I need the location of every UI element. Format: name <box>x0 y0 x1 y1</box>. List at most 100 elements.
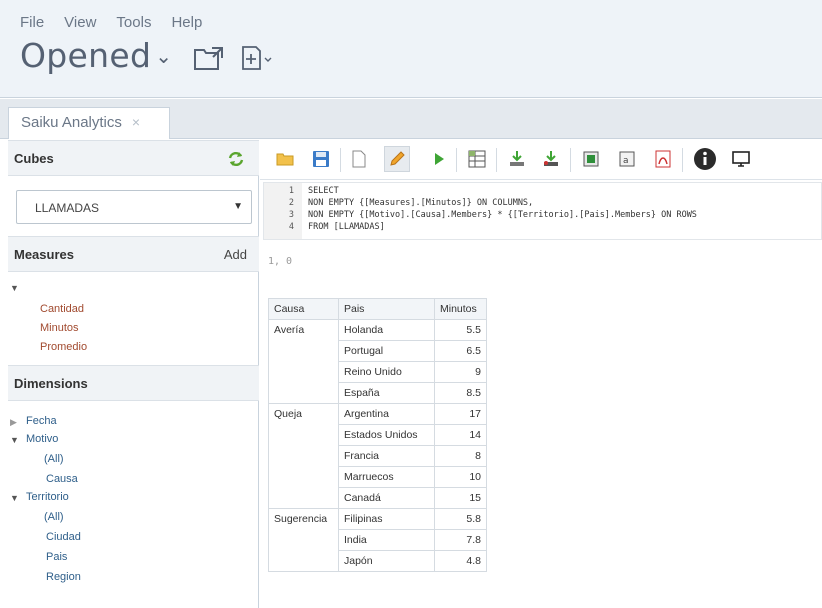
cell-minutos: 8.5 <box>434 382 487 404</box>
tab-title: Saiku Analytics <box>21 114 122 131</box>
collapse-triangle-icon[interactable]: ▼ <box>10 283 19 293</box>
cubes-header: Cubes <box>8 140 259 176</box>
app-header: File View Tools Help Opened ⌄ <box>0 0 822 98</box>
expand-triangle-icon[interactable]: ▶ <box>10 417 17 428</box>
row-header-causa[interactable]: Avería <box>268 319 339 404</box>
line-number: 3 <box>288 210 294 220</box>
opened-dropdown[interactable]: Opened ⌄ <box>20 36 172 75</box>
dimension-territorio[interactable]: Territorio <box>26 491 69 503</box>
cursor-position: 1, 0 <box>268 256 293 267</box>
export-excel-icon[interactable] <box>580 148 602 170</box>
toolbar-separator <box>682 148 683 172</box>
row-header-pais[interactable]: Estados Unidos <box>338 424 435 446</box>
monitor-icon[interactable] <box>730 148 752 170</box>
code-line: FROM [LLAMADAS] <box>308 222 385 232</box>
export-down-icon[interactable] <box>506 148 528 170</box>
level-pais[interactable]: Pais <box>46 551 67 563</box>
measure-promedio[interactable]: Promedio <box>40 341 87 353</box>
menu-bar: File View Tools Help <box>20 14 222 31</box>
edit-pencil-icon[interactable] <box>384 146 410 172</box>
code-line: NON EMPTY {[Measures].[Minutos]} ON COLU… <box>308 198 534 208</box>
open-folder-icon[interactable] <box>274 148 296 170</box>
cell-minutos: 4.8 <box>434 550 487 572</box>
code-line: NON EMPTY {[Motivo].[Causa].Members} * {… <box>308 210 697 220</box>
level-ciudad[interactable]: Ciudad <box>46 531 81 543</box>
measures-header: Measures Add <box>8 236 259 272</box>
level-territorio-all[interactable]: (All) <box>44 511 64 523</box>
row-header-pais[interactable]: India <box>338 529 435 551</box>
line-number: 4 <box>288 222 294 232</box>
toolbar-separator <box>340 148 341 172</box>
new-query-icon[interactable] <box>348 148 370 170</box>
table-icon[interactable] <box>466 148 488 170</box>
export-down-alt-icon[interactable] <box>540 148 562 170</box>
dimensions-title: Dimensions <box>14 376 88 391</box>
cell-minutos: 9 <box>434 361 487 383</box>
col-header-causa[interactable]: Causa <box>268 298 339 320</box>
row-header-pais[interactable]: Portugal <box>338 340 435 362</box>
cubes-title: Cubes <box>14 151 54 166</box>
new-query-icon[interactable] <box>240 44 274 74</box>
cell-minutos: 10 <box>434 466 487 488</box>
cell-minutos: 5.5 <box>434 319 487 341</box>
col-header-minutos[interactable]: Minutos <box>434 298 487 320</box>
row-header-pais[interactable]: Marruecos <box>338 466 435 488</box>
toolbar-separator <box>570 148 571 172</box>
row-header-pais[interactable]: Filipinas <box>338 508 435 530</box>
row-header-causa[interactable]: Queja <box>268 403 339 509</box>
row-header-pais[interactable]: Canadá <box>338 487 435 509</box>
tab-strip: Saiku Analytics × <box>0 99 822 139</box>
dimension-fecha[interactable]: Fecha <box>26 415 57 427</box>
refresh-icon[interactable] <box>227 151 245 167</box>
row-header-pais[interactable]: Reino Unido <box>338 361 435 383</box>
menu-tools[interactable]: Tools <box>116 14 151 31</box>
row-header-causa[interactable]: Sugerencia <box>268 508 339 572</box>
add-measure-button[interactable]: Add <box>224 247 247 262</box>
row-header-pais[interactable]: Francia <box>338 445 435 467</box>
level-motivo-all[interactable]: (All) <box>44 453 64 465</box>
cell-minutos: 8 <box>434 445 487 467</box>
cell-minutos: 17 <box>434 403 487 425</box>
level-causa[interactable]: Causa <box>46 473 78 485</box>
measure-cantidad[interactable]: Cantidad <box>40 303 84 315</box>
chevron-down-icon: ⌄ <box>155 44 173 68</box>
dimensions-header: Dimensions <box>8 365 259 401</box>
open-folder-outline-icon[interactable] <box>192 44 226 74</box>
dimension-motivo[interactable]: Motivo <box>26 433 58 445</box>
cube-select[interactable]: LLAMADAS ▼ <box>16 190 252 224</box>
cell-minutos: 14 <box>434 424 487 446</box>
query-toolbar: a <box>260 140 822 180</box>
save-icon[interactable] <box>310 148 332 170</box>
menu-help[interactable]: Help <box>171 14 202 31</box>
col-header-pais[interactable]: Pais <box>338 298 435 320</box>
toolbar-separator <box>456 148 457 172</box>
measure-minutos[interactable]: Minutos <box>40 322 79 334</box>
close-icon[interactable]: × <box>132 114 140 130</box>
export-csv-icon[interactable]: a <box>616 148 638 170</box>
opened-label: Opened <box>20 36 152 75</box>
table-header-row: Causa Pais Minutos <box>268 298 487 320</box>
table-row: Avería Holanda 5.5 <box>268 319 487 404</box>
collapse-triangle-icon[interactable]: ▼ <box>10 435 19 445</box>
level-region[interactable]: Region <box>46 571 81 583</box>
caret-down-icon: ▼ <box>233 201 243 212</box>
code-line: SELECT <box>308 186 339 196</box>
result-table: Causa Pais Minutos Avería Holanda 5.5 Po… <box>268 298 487 572</box>
cell-minutos: 7.8 <box>434 529 487 551</box>
menu-view[interactable]: View <box>64 14 96 31</box>
info-icon[interactable] <box>692 146 718 172</box>
row-header-pais[interactable]: Holanda <box>338 319 435 341</box>
menu-file[interactable]: File <box>20 14 44 31</box>
run-icon[interactable] <box>428 148 450 170</box>
collapse-triangle-icon[interactable]: ▼ <box>10 493 19 503</box>
table-row: Sugerencia Filipinas 5.8 <box>268 508 487 572</box>
measures-title: Measures <box>14 247 74 262</box>
left-panel: Cubes LLAMADAS ▼ Measures Add ▼ Cantidad… <box>8 140 259 608</box>
row-header-pais[interactable]: Argentina <box>338 403 435 425</box>
mdx-editor[interactable]: 1 2 3 4 SELECT NON EMPTY {[Measures].[Mi… <box>263 182 822 240</box>
export-pdf-icon[interactable] <box>652 148 674 170</box>
row-header-pais[interactable]: España <box>338 382 435 404</box>
row-header-pais[interactable]: Japón <box>338 550 435 572</box>
tab-saiku-analytics[interactable]: Saiku Analytics × <box>8 107 170 139</box>
table-row: Queja Argentina 17 <box>268 403 487 509</box>
